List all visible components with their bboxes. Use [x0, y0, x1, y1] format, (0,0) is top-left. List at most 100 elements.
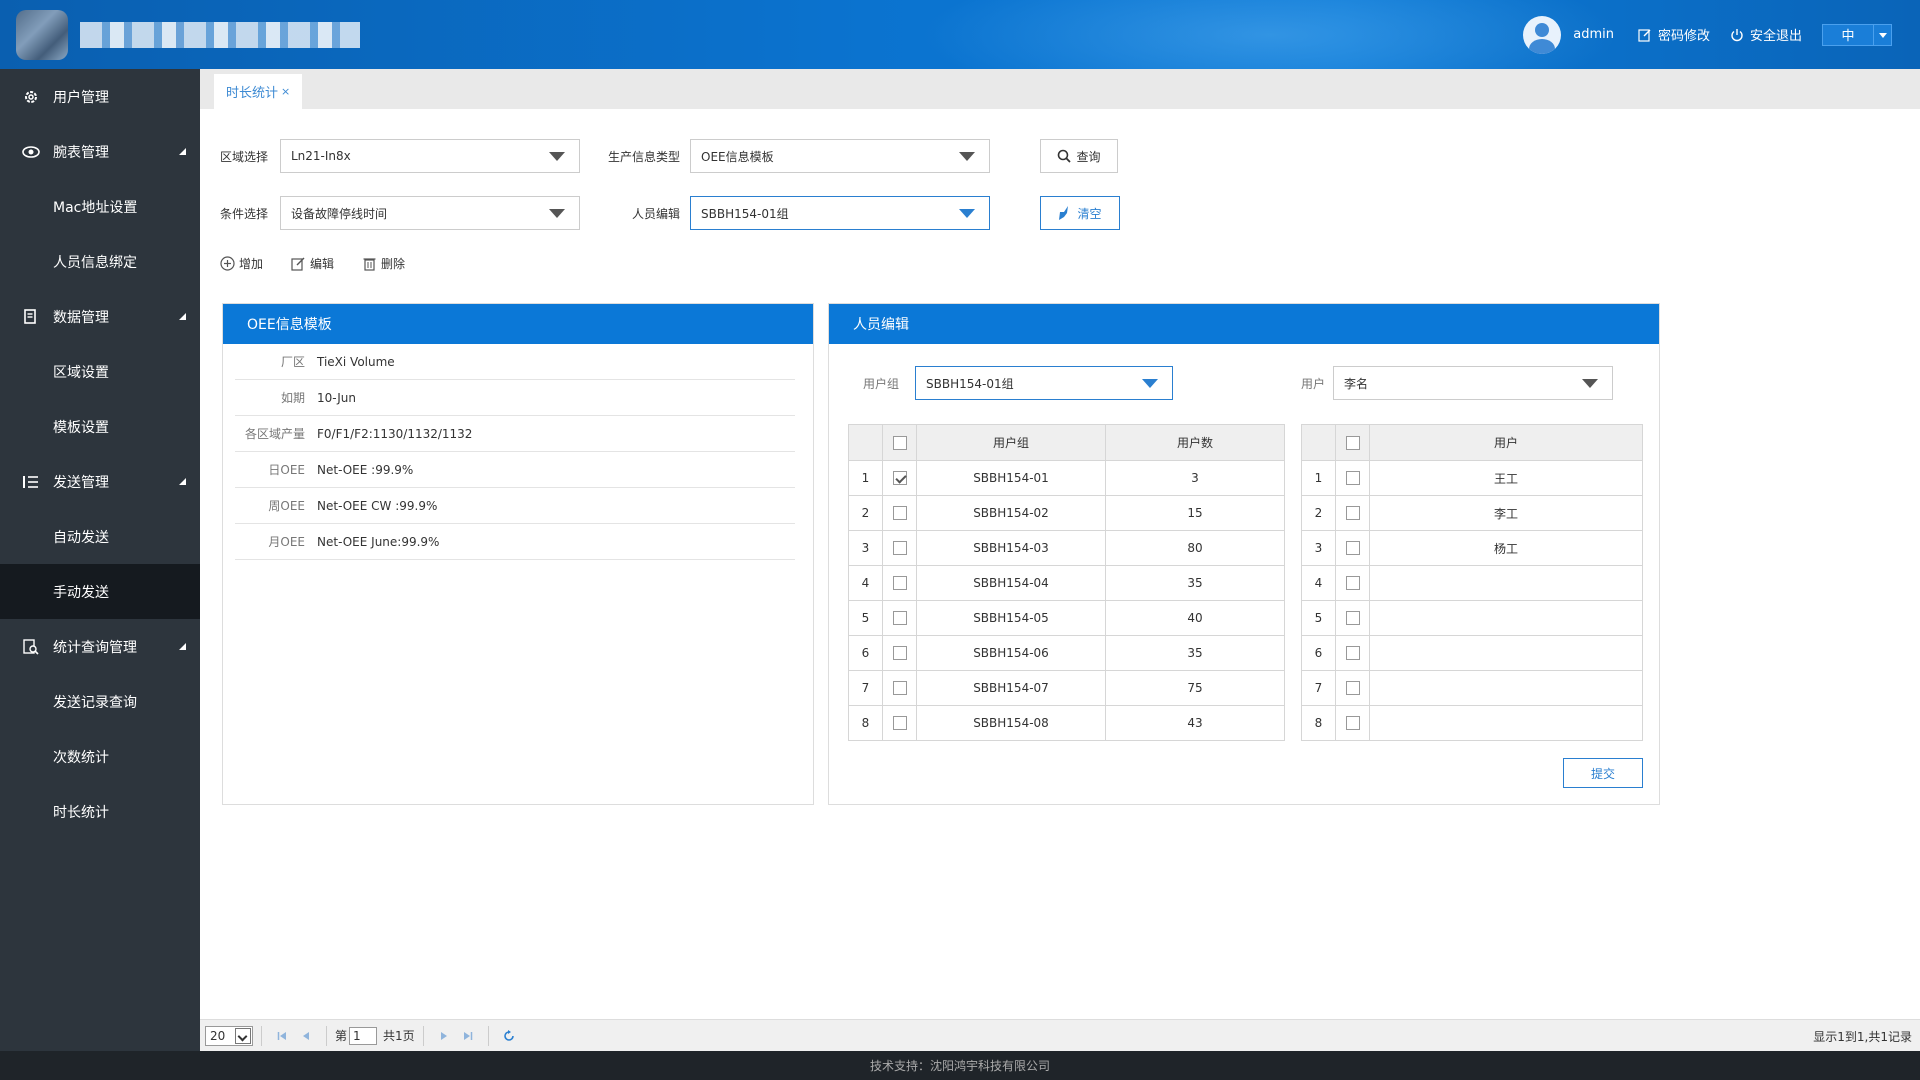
- row-checkbox[interactable]: [1345, 506, 1360, 521]
- row-checkbox-cell: [882, 530, 917, 566]
- table-row[interactable]: 2 SBBH154-02 15: [848, 495, 1285, 531]
- select-all-checkbox[interactable]: [892, 435, 907, 450]
- info-row: 日OEE Net-OEE :99.9%: [235, 452, 795, 488]
- prod-type-select[interactable]: OEE信息模板: [690, 139, 990, 173]
- divider: [422, 1025, 424, 1046]
- group-select[interactable]: SBBH154-01组: [915, 366, 1173, 400]
- region-select[interactable]: Ln21-In8x: [280, 139, 580, 173]
- row-checkbox[interactable]: [892, 681, 907, 696]
- row-checkbox[interactable]: [1345, 576, 1360, 591]
- table-row[interactable]: 4 SBBH154-04 35: [848, 565, 1285, 601]
- first-page-icon[interactable]: [274, 1028, 290, 1044]
- delete-label: 删除: [381, 257, 406, 271]
- info-value: Net-OEE June:99.9%: [317, 534, 440, 549]
- sidebar-item-label: 时长统计: [53, 804, 109, 821]
- table-row[interactable]: 8 SBBH154-08 43: [848, 705, 1285, 741]
- table-row[interactable]: 1 王工: [1301, 460, 1643, 496]
- add-button[interactable]: 增加: [220, 255, 263, 272]
- username[interactable]: admin: [1573, 27, 1614, 42]
- sidebar-item-send-management[interactable]: 发送管理: [0, 454, 200, 509]
- query-button[interactable]: 查询: [1040, 139, 1118, 173]
- edit-button[interactable]: 编辑: [291, 255, 334, 272]
- close-icon[interactable]: ×: [281, 85, 290, 98]
- table-row[interactable]: 1 SBBH154-01 3: [848, 460, 1285, 496]
- user-filter: 用户 李名: [1301, 366, 1613, 400]
- table-row[interactable]: 6: [1301, 635, 1643, 671]
- user-cell: [1369, 565, 1643, 601]
- select-all-checkbox[interactable]: [1345, 435, 1360, 450]
- info-key: 如期: [280, 391, 305, 405]
- row-checkbox[interactable]: [892, 611, 907, 626]
- row-checkbox[interactable]: [892, 716, 907, 731]
- sidebar-item-template-settings[interactable]: 模板设置: [0, 399, 200, 454]
- sidebar-item-watch-management[interactable]: 腕表管理: [0, 124, 200, 179]
- sidebar-item-stats-query[interactable]: 统计查询管理: [0, 619, 200, 674]
- search-doc-icon: [22, 638, 40, 656]
- group-label: 用户组: [863, 376, 900, 391]
- change-password-link[interactable]: 密码修改: [1638, 25, 1710, 44]
- clear-button[interactable]: 清空: [1040, 196, 1120, 230]
- info-key: 日OEE: [268, 463, 305, 477]
- row-checkbox[interactable]: [892, 471, 907, 486]
- row-checkbox[interactable]: [1345, 611, 1360, 626]
- gear-icon: [22, 88, 40, 106]
- last-page-icon[interactable]: [460, 1028, 476, 1044]
- sidebar-item-manual-send[interactable]: 手动发送: [0, 564, 200, 619]
- row-checkbox[interactable]: [892, 541, 907, 556]
- sidebar-item-label: 腕表管理: [53, 144, 109, 161]
- sidebar-item-label: 手动发送: [53, 584, 109, 601]
- table-row[interactable]: 5: [1301, 600, 1643, 636]
- condition-select[interactable]: 设备故障停线时间: [280, 196, 580, 230]
- logout-label: 安全退出: [1749, 29, 1802, 44]
- sidebar-item-data-management[interactable]: 数据管理: [0, 289, 200, 344]
- sidebar-item-auto-send[interactable]: 自动发送: [0, 509, 200, 564]
- sidebar-item-person-binding[interactable]: 人员信息绑定: [0, 234, 200, 289]
- sidebar-item-count-stats[interactable]: 次数统计: [0, 729, 200, 784]
- page-number-input[interactable]: 1: [349, 1026, 378, 1045]
- filter-person: 人员编辑 SBBH154-01组: [632, 196, 990, 230]
- table-row[interactable]: 4: [1301, 565, 1643, 601]
- row-checkbox[interactable]: [892, 506, 907, 521]
- row-checkbox[interactable]: [1345, 471, 1360, 486]
- logo: [16, 10, 68, 60]
- count-cell: 80: [1105, 530, 1285, 566]
- sidebar-item-region-settings[interactable]: 区域设置: [0, 344, 200, 399]
- table-row[interactable]: 5 SBBH154-05 40: [848, 600, 1285, 636]
- caret-down-icon: [959, 209, 975, 218]
- table-row[interactable]: 6 SBBH154-06 35: [848, 635, 1285, 671]
- row-checkbox[interactable]: [1345, 646, 1360, 661]
- table-row[interactable]: 7 SBBH154-07 75: [848, 670, 1285, 706]
- row-checkbox[interactable]: [1345, 541, 1360, 556]
- tab-duration-stats[interactable]: 时长统计 ×: [214, 74, 303, 109]
- user-select[interactable]: 李名: [1333, 366, 1613, 400]
- next-page-icon[interactable]: [436, 1028, 452, 1044]
- row-checkbox[interactable]: [892, 576, 907, 591]
- language-select[interactable]: 中: [1822, 23, 1892, 46]
- prev-page-icon[interactable]: [298, 1028, 314, 1044]
- list-icon: [22, 473, 40, 491]
- page-total: 共1页: [383, 1029, 415, 1043]
- table-row[interactable]: 2 李工: [1301, 495, 1643, 531]
- refresh-icon[interactable]: [501, 1028, 517, 1044]
- count-cell: 3: [1105, 460, 1285, 496]
- sidebar-item-duration-stats[interactable]: 时长统计: [0, 784, 200, 839]
- row-checkbox[interactable]: [892, 646, 907, 661]
- row-index: 7: [848, 670, 883, 706]
- info-value: F0/F1/F2:1130/1132/1132: [317, 426, 473, 441]
- sidebar-item-send-record-query[interactable]: 发送记录查询: [0, 674, 200, 729]
- sidebar-item-user-management[interactable]: 用户管理: [0, 69, 200, 124]
- submit-button[interactable]: 提交: [1563, 758, 1643, 788]
- row-checkbox[interactable]: [1345, 716, 1360, 731]
- table-row[interactable]: 7: [1301, 670, 1643, 706]
- table-row[interactable]: 3 SBBH154-03 80: [848, 530, 1285, 566]
- table-row[interactable]: 8: [1301, 705, 1643, 741]
- table-row[interactable]: 3 杨工: [1301, 530, 1643, 566]
- delete-button[interactable]: 删除: [362, 255, 405, 272]
- page-size-select[interactable]: 20: [205, 1025, 253, 1046]
- sidebar-item-mac-address[interactable]: Mac地址设置: [0, 179, 200, 234]
- logout-link[interactable]: 安全退出: [1730, 25, 1802, 44]
- avatar[interactable]: [1523, 15, 1562, 54]
- caret-down-icon: [1142, 379, 1158, 388]
- person-select[interactable]: SBBH154-01组: [690, 196, 990, 230]
- row-checkbox[interactable]: [1345, 681, 1360, 696]
